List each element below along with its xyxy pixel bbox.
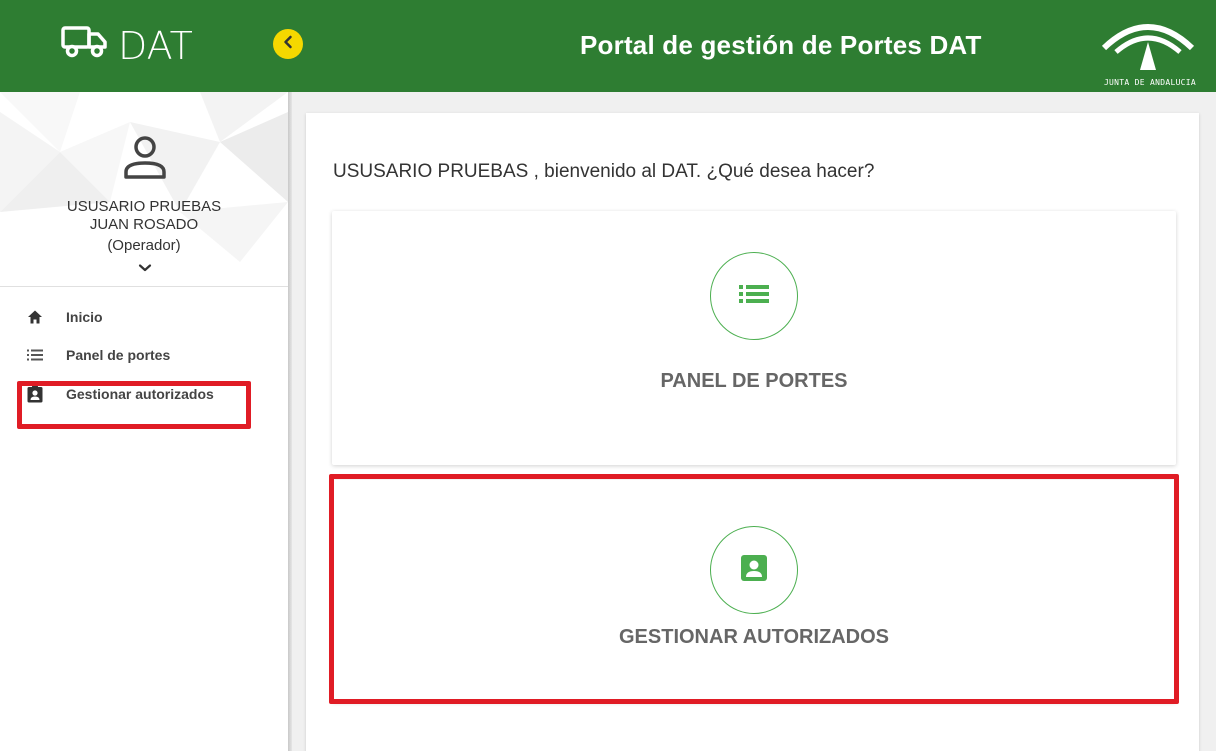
card-panel-de-portes[interactable]: PANEL DE PORTES <box>332 211 1176 465</box>
highlight-box-card <box>329 474 1179 704</box>
home-icon <box>26 308 44 326</box>
user-name-line1: USUSARIO PRUEBAS <box>66 198 222 215</box>
logo-text: JUNTA DE ANDALUCIA <box>1103 78 1197 87</box>
profile-background <box>0 92 288 262</box>
user-role: (Operador) <box>107 237 181 254</box>
brand-area: DAT <box>0 0 288 92</box>
chevron-down-icon[interactable] <box>138 260 152 272</box>
user-name: USUSARIO PRUEBAS JUAN ROSADO <box>0 198 288 234</box>
welcome-message: USUSARIO PRUEBAS , bienvenido al DAT. ¿Q… <box>333 161 875 182</box>
brand-logo[interactable]: DAT <box>60 24 193 68</box>
top-bar: DAT Portal de gestión de Portes DAT JUNT… <box>0 0 1216 92</box>
sidebar-divider <box>288 92 292 751</box>
page-title: Portal de gestión de Portes DAT <box>580 30 982 60</box>
user-icon <box>120 132 170 182</box>
list-icon <box>739 283 769 310</box>
card-label: PANEL DE PORTES <box>660 370 848 392</box>
sidebar-item-label: Inicio <box>66 309 103 325</box>
user-profile-panel: USUSARIO PRUEBAS JUAN ROSADO (Operador) <box>0 92 288 287</box>
sidebar-item-inicio[interactable]: Inicio <box>26 307 103 327</box>
junta-andalucia-logo <box>1098 12 1198 88</box>
list-icon <box>26 346 44 364</box>
highlight-box-sidebar <box>17 381 251 429</box>
user-name-line2: JUAN ROSADO <box>89 216 199 233</box>
collapse-sidebar-button[interactable] <box>273 29 303 59</box>
sidebar-item-panel-de-portes[interactable]: Panel de portes <box>26 345 170 365</box>
card-icon-circle <box>710 252 798 340</box>
sidebar-item-label: Panel de portes <box>66 347 171 363</box>
truck-icon <box>60 24 108 68</box>
brand-name: DAT <box>118 24 193 68</box>
chevron-left-icon <box>282 35 294 54</box>
